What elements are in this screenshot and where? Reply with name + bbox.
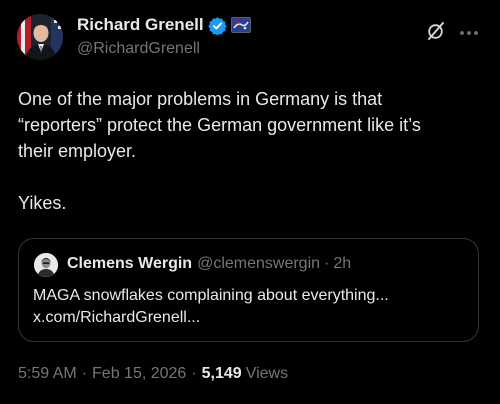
- author-display-name[interactable]: Richard Grenell: [77, 15, 204, 35]
- flag-badge-icon[interactable]: [230, 17, 251, 33]
- author-name-row[interactable]: Richard Grenell: [77, 14, 251, 36]
- quoted-author-avatar[interactable]: [34, 253, 58, 277]
- author-handle[interactable]: @RichardGrenell: [77, 40, 200, 58]
- tweet-time[interactable]: 5:59 AM: [18, 365, 77, 383]
- views-count[interactable]: 5,149: [202, 365, 242, 383]
- quoted-author-name[interactable]: Clemens Wergin: [67, 255, 192, 273]
- tweet-card: Richard Grenell @RichardGrenell One of t…: [0, 0, 500, 404]
- quoted-tweet-text: MAGA snowflakes complaining about everyt…: [33, 287, 389, 326]
- quoted-separator: ·: [324, 255, 330, 272]
- verified-badge-icon[interactable]: [207, 16, 227, 35]
- grok-icon[interactable]: [426, 21, 446, 41]
- tweet-meta: 5:59 AM · Feb 15, 2026 · 5,149 Views: [18, 365, 288, 383]
- quoted-timestamp[interactable]: 2h: [333, 255, 351, 273]
- quoted-author-handle[interactable]: @clemenswergin: [197, 255, 320, 273]
- tweet-date[interactable]: Feb 15, 2026: [92, 365, 186, 383]
- views-label[interactable]: Views: [246, 365, 288, 383]
- meta-separator: ·: [81, 365, 88, 382]
- quoted-tweet[interactable]: Clemens Wergin @clemenswergin · 2h MAGA …: [18, 238, 479, 342]
- avatar-image: [17, 14, 63, 60]
- meta-separator-2: ·: [191, 365, 197, 382]
- tweet-text: One of the major problems in Germany is …: [18, 89, 421, 213]
- quoted-header: Clemens Wergin @clemenswergin · 2h: [67, 255, 351, 273]
- author-avatar[interactable]: [17, 14, 63, 60]
- more-icon[interactable]: [458, 25, 480, 35]
- quoted-avatar-image: [34, 253, 58, 277]
